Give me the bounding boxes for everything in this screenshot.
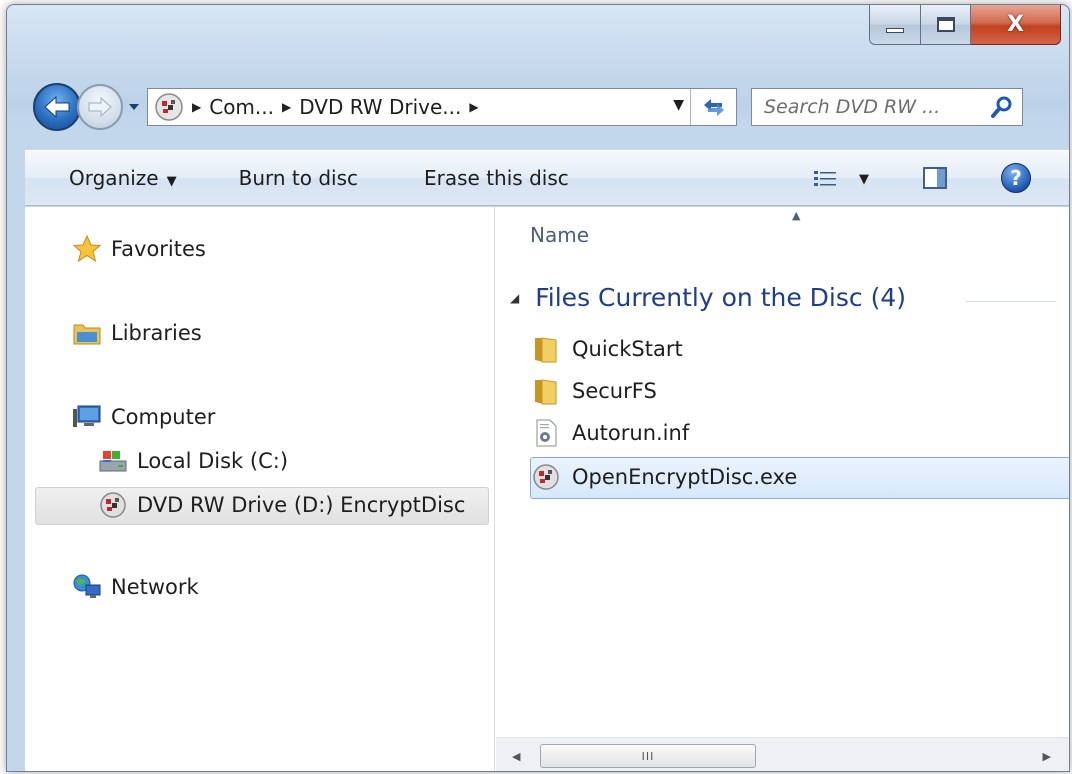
help-button[interactable]: ? (1001, 163, 1031, 193)
recent-pages-dropdown[interactable] (125, 103, 143, 111)
library-icon (71, 317, 103, 349)
help-icon: ? (1010, 166, 1022, 190)
search-icon[interactable] (990, 95, 1014, 119)
file-list-pane: ▲ Name ◢ Files Currently on the Disc (4)… (496, 207, 1069, 737)
arrow-right-icon (88, 96, 112, 118)
breadcrumb-separator-icon[interactable]: ▶ (282, 100, 291, 114)
nav-item-dvd-drive[interactable]: DVD RW Drive (D:) EncryptDisc (97, 489, 465, 521)
file-name: SecurFS (572, 379, 657, 403)
file-name: Autorun.inf (572, 421, 690, 445)
column-header-name[interactable]: Name (530, 223, 589, 247)
erase-disc-button[interactable]: Erase this disc (424, 166, 569, 190)
navigation-bar: ▶ Com... ▶ DVD RW Drive... ▶ ▼ Search DV… (33, 81, 1055, 133)
sort-ascending-icon: ▲ (792, 209, 801, 222)
caption-buttons: X (869, 5, 1061, 45)
breadcrumb-separator-icon[interactable]: ▶ (469, 100, 478, 114)
forward-button[interactable] (77, 84, 123, 130)
scroll-left-icon[interactable]: ◀ (512, 750, 520, 763)
back-button[interactable] (33, 83, 81, 131)
file-name: OpenEncryptDisc.exe (572, 465, 798, 489)
organize-label: Organize (69, 166, 159, 190)
view-caret-down-icon: ▼ (859, 171, 869, 187)
network-icon (71, 571, 103, 603)
star-icon (71, 233, 103, 265)
file-row-securfs[interactable]: SecurFS (530, 375, 657, 407)
dvd-drive-icon (155, 93, 183, 121)
nav-label: Libraries (111, 321, 202, 345)
refresh-icon (703, 99, 724, 116)
maximize-button[interactable] (921, 5, 971, 45)
search-placeholder[interactable]: Search DVD RW ... (764, 96, 940, 118)
details-view-icon (814, 171, 836, 186)
nav-label: Favorites (111, 237, 206, 261)
content-area: Favorites Libraries Computer Local Disk … (25, 207, 1069, 771)
nav-label: Network (111, 575, 199, 599)
change-view-button[interactable]: ▼ (813, 169, 869, 189)
horizontal-scrollbar[interactable]: ◀ III ▶ (496, 737, 1069, 771)
chevron-down-icon (129, 104, 139, 110)
refresh-button[interactable] (690, 89, 736, 125)
folder-icon (530, 333, 562, 365)
hard-drive-icon (97, 445, 129, 477)
preview-pane-button[interactable] (923, 167, 947, 189)
close-button[interactable]: X (971, 5, 1061, 45)
file-name: QuickStart (572, 337, 683, 361)
scroll-thumb[interactable]: III (540, 744, 756, 768)
computer-icon (71, 401, 103, 433)
nav-label: Local Disk (C:) (137, 449, 289, 473)
scroll-grip: III (641, 749, 655, 763)
nav-item-favorites[interactable]: Favorites (71, 233, 206, 265)
maximize-icon (936, 17, 955, 32)
nav-item-local-disk[interactable]: Local Disk (C:) (97, 445, 288, 477)
organize-menu-button[interactable]: Organize ▼ (69, 166, 177, 190)
caret-down-icon: ▼ (166, 174, 177, 189)
group-divider (966, 301, 1056, 302)
settings-file-icon (530, 417, 562, 449)
burn-to-disc-button[interactable]: Burn to disc (239, 166, 358, 190)
dvd-drive-icon (97, 489, 129, 521)
nav-item-computer[interactable]: Computer (71, 401, 215, 433)
group-title: Files Currently on the Disc (4) (535, 283, 907, 312)
breadcrumb-dvd-drive[interactable]: DVD RW Drive... (299, 95, 461, 119)
disc-app-icon (530, 461, 562, 493)
folder-icon (530, 375, 562, 407)
nav-label: Computer (111, 405, 216, 429)
close-icon: X (1007, 12, 1024, 37)
address-bar[interactable]: ▶ Com... ▶ DVD RW Drive... ▶ ▼ (147, 88, 737, 126)
arrow-left-icon (44, 95, 70, 119)
group-header[interactable]: ◢ Files Currently on the Disc (4) (510, 283, 906, 312)
minimize-icon (886, 28, 904, 33)
breadcrumb-computer[interactable]: Com... (209, 95, 274, 119)
command-bar: Organize ▼ Burn to disc Erase this disc ▼… (25, 150, 1069, 206)
file-row-openencryptdisc[interactable]: OpenEncryptDisc.exe (530, 461, 797, 493)
search-box[interactable]: Search DVD RW ... (751, 88, 1023, 126)
nav-item-libraries[interactable]: Libraries (71, 317, 202, 349)
collapse-triangle-icon[interactable]: ◢ (510, 291, 519, 305)
nav-label: DVD RW Drive (D:) EncryptDisc (137, 493, 466, 517)
navigation-pane: Favorites Libraries Computer Local Disk … (25, 207, 495, 771)
address-history-dropdown-icon[interactable]: ▼ (673, 97, 684, 113)
breadcrumb-separator-icon[interactable]: ▶ (192, 100, 201, 114)
minimize-button[interactable] (869, 5, 921, 45)
file-row-autorun[interactable]: Autorun.inf (530, 417, 689, 449)
nav-item-network[interactable]: Network (71, 571, 199, 603)
explorer-window: X ▶ Com... ▶ DVD RW Drive... ▶ ▼ Search … (6, 4, 1070, 772)
scroll-right-icon[interactable]: ▶ (1043, 750, 1051, 763)
file-row-quickstart[interactable]: QuickStart (530, 333, 683, 365)
